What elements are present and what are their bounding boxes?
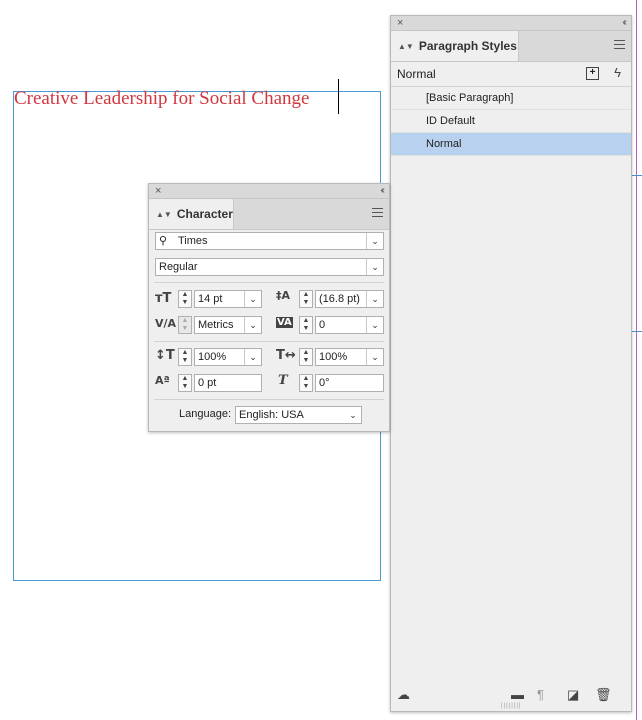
close-icon[interactable]: × [397,16,403,30]
chevron-down-icon[interactable]: ⌄ [244,349,261,365]
tab-arrows-icon: ▲▼ [156,209,172,219]
font-style-field[interactable]: Regular ⌄ [155,258,384,276]
tracking-icon: VA [276,317,293,328]
collapse-icon[interactable]: ‹‹ [622,16,626,30]
collapse-icon[interactable]: ‹‹ [380,184,384,198]
new-group-folder-icon[interactable]: ▬ [511,687,524,702]
divider [154,399,384,400]
skew-stepper[interactable]: ▲ ▼ [299,374,313,392]
character-panel: × ‹‹ ▲▼ Character ⚲ Times ⌄ Regular ⌄ ᴛT… [148,183,390,432]
current-style-row: Normal + ϟ [391,62,631,87]
paragraph-styles-panel: × ‹‹ ▲▼ Paragraph Styles Normal + ϟ [Bas… [390,15,632,712]
style-list: [Basic Paragraph] ID Default Normal [391,87,631,156]
chevron-down-icon[interactable]: ⌄ [366,233,383,249]
page-guide [636,0,637,720]
language-dropdown[interactable]: English: USA ⌄ [235,406,362,424]
horizontal-scale-stepper[interactable]: ▲ ▼ [299,348,313,366]
create-style-group-icon[interactable]: + [586,67,599,80]
text-cursor [338,79,339,114]
margin-guide [631,175,642,176]
horizontal-scale-icon: T↔ [276,348,296,363]
leading-icon: ‡A [276,289,291,302]
panel-titlebar[interactable]: × ‹‹ [149,184,389,199]
tracking-stepper[interactable]: ▲ ▼ [299,316,313,334]
leading-stepper[interactable]: ▲ ▼ [299,290,313,308]
style-item-normal[interactable]: Normal [391,133,631,156]
vertical-scale-stepper[interactable]: ▲ ▼ [178,348,192,366]
baseline-shift-icon: Aª [155,374,170,387]
vertical-scale-field[interactable]: 100% ⌄ [194,348,262,366]
language-label: Language: [179,408,231,420]
font-size-stepper[interactable]: ▲ ▼ [178,290,192,308]
skew-field[interactable]: 0° [315,374,384,392]
quick-apply-icon[interactable]: ϟ [614,65,621,80]
horizontal-scale-field[interactable]: 100% ⌄ [315,348,384,366]
kerning-stepper[interactable]: ▲ ▼ [178,316,192,334]
search-icon: ⚲ [159,235,168,247]
divider [154,282,384,283]
margin-guide [631,331,642,332]
chevron-down-icon[interactable]: ⌄ [345,407,361,423]
baseline-shift-stepper[interactable]: ▲ ▼ [178,374,192,392]
panel-titlebar[interactable]: × ‹‹ [391,16,631,31]
current-style-name: Normal [397,67,436,81]
chevron-down-icon[interactable]: ⌄ [244,291,261,307]
cloud-library-icon[interactable]: ☁ [397,687,410,703]
chevron-down-icon[interactable]: ⌄ [244,317,261,333]
skew-icon: T [278,373,288,388]
chevron-down-icon[interactable]: ⌄ [366,291,383,307]
font-size-field[interactable]: 14 pt ⌄ [194,290,262,308]
document-text[interactable]: Creative Leadership for Social Change [14,88,309,110]
new-style-icon[interactable]: ◪ [567,687,579,703]
panel-menu-icon[interactable] [614,40,625,49]
panel-menu-icon[interactable] [372,208,383,217]
chevron-down-icon[interactable]: ⌄ [366,259,383,275]
kerning-field[interactable]: Metrics ⌄ [194,316,262,334]
trash-icon[interactable]: 🗑 [595,687,612,703]
style-item-basic-paragraph[interactable]: [Basic Paragraph] [391,87,631,110]
style-item-id-default[interactable]: ID Default [391,110,631,133]
tab-label: Character [176,207,233,221]
clear-overrides-icon[interactable]: ¶ [537,687,544,702]
baseline-shift-field[interactable]: 0 pt [194,374,262,392]
tab-paragraph-styles[interactable]: ▲▼ Paragraph Styles [391,31,519,61]
tracking-field[interactable]: 0 ⌄ [315,316,384,334]
panel-footer: ☁ ▬ ¶ ◪ 🗑 [391,685,631,705]
tab-arrows-icon: ▲▼ [398,41,414,51]
resize-grip-icon[interactable]: |||||||| [501,703,521,709]
tab-character[interactable]: ▲▼ Character [149,199,234,229]
font-family-field[interactable]: ⚲ Times ⌄ [155,232,384,250]
tab-label: Paragraph Styles [418,39,517,53]
leading-field[interactable]: (16.8 pt) ⌄ [315,290,384,308]
divider [154,341,384,342]
kerning-icon: V/A [155,317,177,330]
chevron-down-icon[interactable]: ⌄ [366,317,383,333]
chevron-down-icon[interactable]: ⌄ [366,349,383,365]
close-icon[interactable]: × [155,184,161,198]
font-size-icon: ᴛT [155,291,172,306]
tab-row: ▲▼ Paragraph Styles [391,31,631,62]
vertical-scale-icon: ↕T [155,348,175,363]
tab-row: ▲▼ Character [149,199,389,230]
